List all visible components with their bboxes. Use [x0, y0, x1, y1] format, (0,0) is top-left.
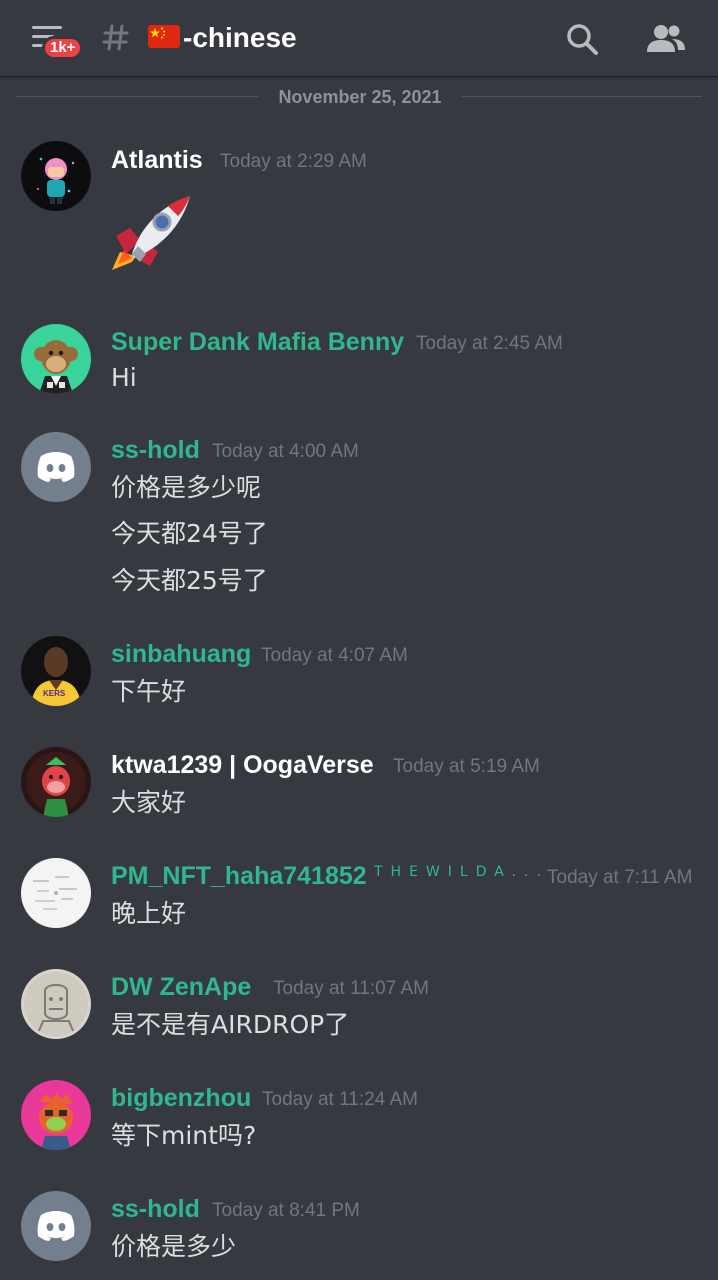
message-timestamp: Today at 7:11 AM	[547, 867, 693, 888]
message-timestamp: Today at 8:41 PM	[212, 1200, 360, 1221]
search-icon[interactable]	[565, 22, 599, 56]
message-username[interactable]: ktwa1239 | OogaVerse	[111, 749, 374, 781]
message-text: 下午好	[111, 677, 187, 706]
message[interactable]: ktwa1239 | OogaVerse Today at 5:19 AM 大家…	[0, 745, 718, 825]
menu-button[interactable]: 1k+	[28, 22, 90, 64]
message-username[interactable]: ss-hold	[111, 434, 200, 466]
message[interactable]: ss-hold Today at 4:00 AM 价格是多少呢 今天都24号了 …	[0, 430, 718, 605]
message-text: 等下mint吗?	[111, 1121, 257, 1150]
message[interactable]: ss-hold Today at 8:41 PM 价格是多少	[0, 1189, 718, 1274]
user-tag: THEWILDA...	[374, 864, 549, 880]
message-timestamp: Today at 11:07 AM	[273, 978, 429, 999]
message-text: 晚上好	[111, 899, 187, 928]
message-text: 今天都24号了	[111, 519, 268, 548]
avatar[interactable]	[21, 432, 91, 502]
channel-header: 1k+ -chinese	[0, 0, 718, 76]
svg-text:KERS: KERS	[43, 689, 66, 698]
message-text: 价格是多少	[111, 1232, 237, 1261]
members-icon[interactable]	[645, 22, 687, 56]
avatar[interactable]	[21, 969, 91, 1039]
date-divider: November 25, 2021	[16, 86, 702, 108]
message-timestamp: Today at 5:19 AM	[393, 756, 540, 777]
message-timestamp: Today at 2:45 AM	[416, 333, 563, 354]
avatar[interactable]	[21, 858, 91, 928]
message-username[interactable]: Super Dank Mafia Benny	[111, 326, 404, 358]
message-text: 是不是有AIRDROP了	[111, 1010, 350, 1039]
avatar[interactable]	[21, 747, 91, 817]
avatar[interactable]	[21, 324, 91, 394]
message-timestamp: Today at 4:00 AM	[212, 441, 359, 462]
unread-badge: 1k+	[42, 36, 84, 60]
message-username[interactable]: DW ZenApe	[111, 971, 251, 1003]
divider-line	[462, 96, 702, 97]
avatar[interactable]	[21, 1080, 91, 1150]
avatar[interactable]	[21, 1191, 91, 1261]
divider-line	[16, 96, 258, 97]
avatar[interactable]: KERS	[21, 636, 91, 706]
message-text: 大家好	[111, 788, 187, 817]
message[interactable]: PM_NFT_haha741852 THEWILDA... Today at 7…	[0, 856, 718, 936]
message-text: 今天都25号了	[111, 566, 268, 595]
avatar[interactable]	[21, 141, 91, 211]
channel-name[interactable]: -chinese	[183, 19, 297, 57]
message-timestamp: Today at 4:07 AM	[261, 645, 408, 666]
chat-screen: 1k+ -chinese November 25, 2021 Atlantis …	[0, 0, 718, 1280]
message-timestamp: Today at 11:24 AM	[262, 1089, 418, 1110]
message-username[interactable]: PM_NFT_haha741852	[111, 860, 367, 892]
message-username[interactable]: sinbahuang	[111, 638, 251, 670]
message-text: 价格是多少呢	[111, 473, 262, 502]
message-username[interactable]: ss-hold	[111, 1193, 200, 1225]
message-text: Hi	[111, 363, 137, 392]
message-username[interactable]: bigbenzhou	[111, 1082, 251, 1114]
message[interactable]: bigbenzhou Today at 11:24 AM 等下mint吗?	[0, 1078, 718, 1158]
message[interactable]: Super Dank Mafia Benny Today at 2:45 AM …	[0, 322, 718, 402]
message[interactable]: Atlantis Today at 2:29 AM	[0, 140, 718, 290]
message-timestamp: Today at 2:29 AM	[220, 151, 367, 172]
message-username[interactable]: Atlantis	[111, 144, 203, 176]
message[interactable]: DW ZenApe Today at 11:07 AM 是不是有AIRDROP了	[0, 967, 718, 1047]
china-flag-icon	[148, 25, 180, 48]
rocket-icon	[112, 196, 190, 270]
message[interactable]: KERS sinbahuang Today at 4:07 AM 下午好	[0, 634, 718, 714]
divider-date: November 25, 2021	[278, 87, 442, 107]
hash-icon	[102, 24, 129, 51]
